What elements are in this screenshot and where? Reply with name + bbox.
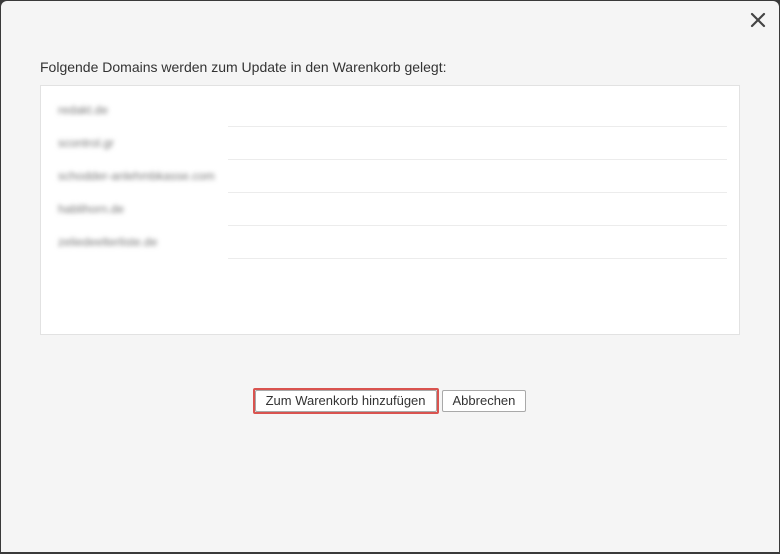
domain-name: scontrol.gr [58, 136, 115, 150]
domain-name: schodder-anlehmbkasse.com [58, 169, 215, 183]
update-dialog: Folgende Domains werden zum Update in de… [1, 1, 779, 552]
cancel-button[interactable]: Abbrechen [441, 390, 527, 412]
list-item: scontrol.gr [58, 127, 727, 160]
domain-name: redakt.de [58, 103, 109, 117]
domain-list-box: redakt.de scontrol.gr schodder-anlehmbka… [40, 85, 740, 335]
intro-text: Folgende Domains werden zum Update in de… [40, 59, 447, 75]
list-item: schodder-anlehmbkasse.com [58, 160, 727, 193]
dialog-actions: Zum Warenkorb hinzufügen Abbrechen [1, 388, 779, 414]
domain-name: zeliedeelterliste.de [58, 235, 158, 249]
domain-name: hablihorn.de [58, 202, 125, 216]
domain-list: redakt.de scontrol.gr schodder-anlehmbka… [41, 86, 739, 259]
list-item: redakt.de [58, 94, 727, 127]
list-item: zeliedeelterliste.de [58, 226, 727, 259]
list-item: hablihorn.de [58, 193, 727, 226]
add-to-cart-button[interactable]: Zum Warenkorb hinzufügen [254, 390, 437, 412]
close-icon[interactable] [747, 9, 769, 31]
focus-ring: Zum Warenkorb hinzufügen [252, 388, 439, 414]
